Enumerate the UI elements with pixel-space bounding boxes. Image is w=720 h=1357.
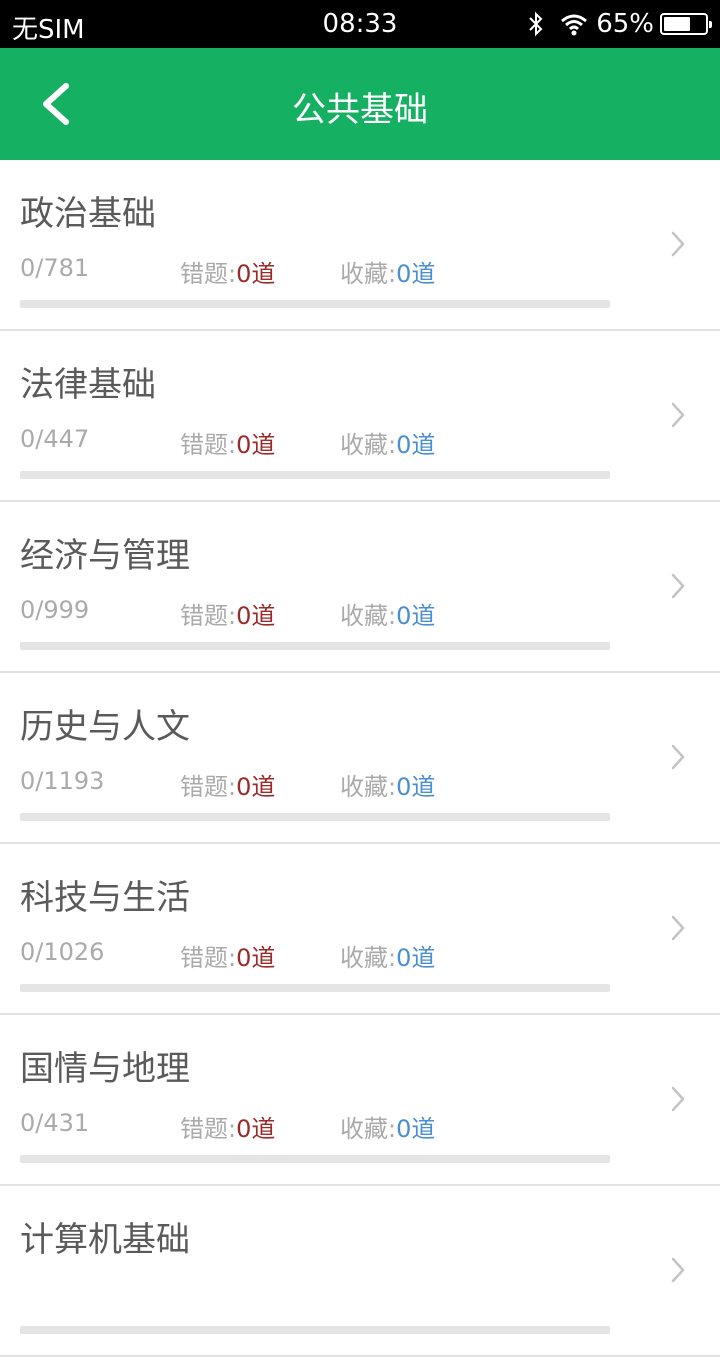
wrong-label: 错题: (180, 602, 237, 630)
category-item[interactable]: 计算机基础 错题: 收藏: (0, 1186, 720, 1357)
category-item[interactable]: 国情与地理 0/431 错题:0道 收藏:0道 (0, 1015, 720, 1186)
progress-bar (20, 1326, 610, 1334)
nav-bar: 公共基础 (0, 48, 720, 160)
favorite-count: 收藏:0道 (340, 425, 435, 460)
wrong-label: 错题: (180, 944, 237, 972)
favorite-label: 收藏: (340, 944, 397, 972)
wrong-label: 错题: (180, 260, 237, 288)
status-bar: 无SIM 08:33 65% (0, 0, 720, 48)
favorite-count: 收藏:0道 (340, 938, 435, 973)
category-name: 政治基础 (20, 194, 156, 234)
category-name: 国情与地理 (20, 1049, 190, 1089)
chevron-right-icon (671, 915, 685, 941)
category-name: 科技与生活 (20, 878, 190, 918)
status-right: 65% (526, 9, 712, 39)
wrong-value: 0道 (236, 260, 276, 288)
favorite-count: 收藏:0道 (340, 596, 435, 631)
wrong-label: 错题: (180, 1115, 237, 1143)
favorite-count: 收藏:0道 (340, 254, 435, 289)
progress-bar (20, 1155, 610, 1163)
chevron-right-icon (671, 1086, 685, 1112)
chevron-right-icon (671, 402, 685, 428)
category-list: 政治基础 0/781 错题:0道 收藏:0道 法律基础 0/447 错题:0道 … (0, 160, 720, 1357)
progress-count: 0/447 (20, 425, 90, 453)
progress-count: 0/431 (20, 1109, 90, 1137)
progress-count: 0/999 (20, 596, 90, 624)
page-title: 公共基础 (292, 90, 428, 130)
wrong-value: 0道 (236, 1115, 276, 1143)
favorite-value: 0道 (396, 1115, 436, 1143)
battery-nub (709, 21, 712, 28)
battery-percent: 65% (596, 9, 654, 39)
favorite-value: 0道 (396, 602, 436, 630)
category-item[interactable]: 法律基础 0/447 错题:0道 收藏:0道 (0, 331, 720, 502)
wrong-count: 错题:0道 (180, 767, 275, 802)
category-name: 经济与管理 (20, 536, 190, 576)
favorite-label: 收藏: (340, 260, 397, 288)
chevron-right-icon (671, 744, 685, 770)
wrong-count: 错题:0道 (180, 596, 275, 631)
wrong-count: 错题:0道 (180, 938, 275, 973)
bluetooth-icon (529, 11, 543, 37)
category-name: 计算机基础 (20, 1220, 190, 1260)
progress-bar (20, 984, 610, 992)
category-name: 法律基础 (20, 365, 156, 405)
category-item[interactable]: 政治基础 0/781 错题:0道 收藏:0道 (0, 160, 720, 331)
battery-icon (660, 13, 712, 35)
favorite-count: 收藏:0道 (340, 767, 435, 802)
category-name: 历史与人文 (20, 707, 190, 747)
favorite-label: 收藏: (340, 602, 397, 630)
progress-count: 0/1193 (20, 767, 105, 795)
wrong-value: 0道 (236, 773, 276, 801)
progress-bar (20, 642, 610, 650)
wrong-value: 0道 (236, 431, 276, 459)
category-item[interactable]: 科技与生活 0/1026 错题:0道 收藏:0道 (0, 844, 720, 1015)
progress-count: 0/781 (20, 254, 90, 282)
favorite-count: 收藏:0道 (340, 1109, 435, 1144)
favorite-value: 0道 (396, 431, 436, 459)
wifi-icon (561, 14, 588, 36)
favorite-value: 0道 (396, 773, 436, 801)
battery-fill (664, 17, 690, 31)
wrong-label: 错题: (180, 773, 237, 801)
progress-bar (20, 300, 610, 308)
favorite-value: 0道 (396, 260, 436, 288)
chevron-right-icon (671, 231, 685, 257)
wrong-label: 错题: (180, 431, 237, 459)
progress-bar (20, 471, 610, 479)
wrong-value: 0道 (236, 944, 276, 972)
wrong-count: 错题:0道 (180, 254, 275, 289)
wrong-count: 错题:0道 (180, 425, 275, 460)
category-item[interactable]: 历史与人文 0/1193 错题:0道 收藏:0道 (0, 673, 720, 844)
favorite-label: 收藏: (340, 431, 397, 459)
chevron-right-icon (671, 573, 685, 599)
progress-count: 0/1026 (20, 938, 105, 966)
category-item[interactable]: 经济与管理 0/999 错题:0道 收藏:0道 (0, 502, 720, 673)
wrong-value: 0道 (236, 602, 276, 630)
progress-bar (20, 813, 610, 821)
wrong-count: 错题:0道 (180, 1109, 275, 1144)
favorite-label: 收藏: (340, 1115, 397, 1143)
favorite-label: 收藏: (340, 773, 397, 801)
favorite-value: 0道 (396, 944, 436, 972)
